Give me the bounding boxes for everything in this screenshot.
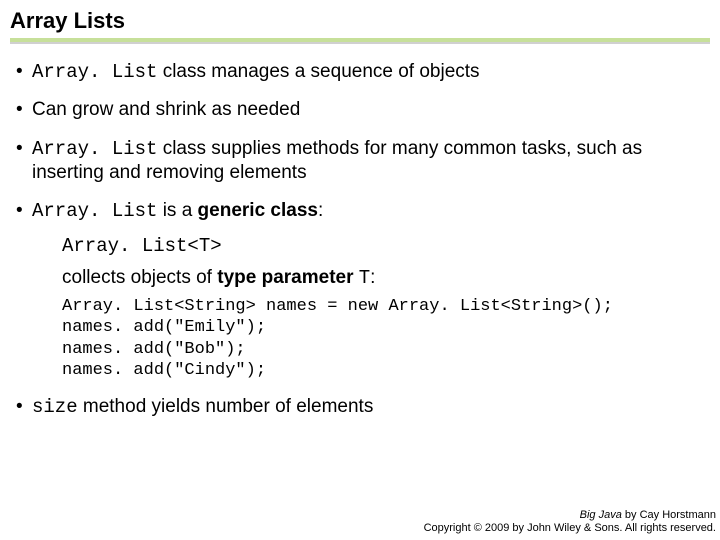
text: Can grow and shrink as needed: [32, 99, 300, 120]
slide-content: Array. List class manages a sequence of …: [0, 46, 720, 420]
code-text: T: [359, 267, 370, 289]
text: :: [318, 200, 323, 221]
text: :: [370, 267, 375, 288]
code-text: size: [32, 396, 78, 418]
slide-title: Array Lists: [10, 8, 710, 34]
footer-line-2: Copyright © 2009 by John Wiley & Sons. A…: [424, 522, 716, 536]
sub-text-1: collects objects of type parameter T:: [32, 266, 704, 290]
title-area: Array Lists: [0, 0, 720, 46]
bold-text: type parameter: [217, 267, 353, 288]
code-line: Array. List<String> names = new Array. L…: [62, 297, 613, 316]
code-line: names. add("Bob");: [62, 340, 246, 359]
text: class manages a sequence of objects: [157, 61, 479, 82]
sub-code-1: Array. List<T>: [32, 234, 704, 258]
bullet-2: Can grow and shrink as needed: [16, 98, 704, 122]
book-title: Big Java: [580, 509, 622, 521]
bullet-1: Array. List class manages a sequence of …: [16, 60, 704, 84]
code-line: names. add("Cindy");: [62, 361, 266, 380]
code-text: Array. List: [32, 61, 157, 83]
code-text: Array. List: [32, 138, 157, 160]
text: is a: [157, 200, 197, 221]
code-text: Array. List: [32, 200, 157, 222]
author: by Cay Horstmann: [622, 509, 716, 521]
bullet-3: Array. List class supplies methods for m…: [16, 137, 704, 186]
code-line: names. add("Emily");: [62, 318, 266, 337]
bullet-list: Array. List class manages a sequence of …: [16, 60, 704, 420]
title-underline: [10, 36, 710, 42]
text: collects objects of: [62, 267, 217, 288]
footer: Big Java by Cay Horstmann Copyright © 20…: [424, 509, 716, 537]
footer-line-1: Big Java by Cay Horstmann: [424, 509, 716, 523]
text: method yields number of elements: [78, 396, 374, 417]
bold-text: generic class: [198, 200, 318, 221]
bullet-4: Array. List is a generic class: Array. L…: [16, 199, 704, 381]
bullet-5: size method yields number of elements: [16, 395, 704, 419]
code-block: Array. List<String> names = new Array. L…: [32, 296, 704, 381]
